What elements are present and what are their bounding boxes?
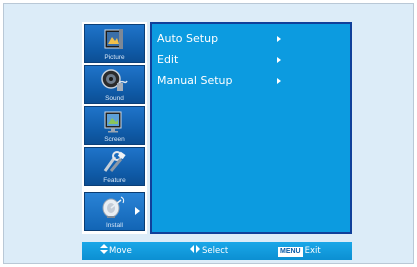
left-right-arrow-icon xyxy=(190,245,200,253)
submenu-panel: Auto Setup Edit Manual Setup xyxy=(150,22,352,234)
screen-background: Picture Sound Screen Feature Install Aut… xyxy=(3,3,414,264)
screen-icon xyxy=(104,111,122,133)
help-bar: Move Select MENU Exit xyxy=(82,242,352,260)
help-select: Select xyxy=(190,242,228,260)
feature-icon xyxy=(103,151,126,172)
chevron-right-icon xyxy=(135,207,140,215)
up-down-arrow-icon xyxy=(100,244,108,254)
menu-key-icon: MENU xyxy=(278,247,303,257)
help-exit-label: Exit xyxy=(304,246,321,256)
help-exit: MENU Exit xyxy=(278,242,321,260)
sidebar-item-picture[interactable]: Picture xyxy=(84,24,145,63)
sidebar-item-screen[interactable]: Screen xyxy=(84,106,145,145)
menu-item-label: Auto Setup xyxy=(157,32,219,45)
sidebar-item-install[interactable]: Install xyxy=(84,192,145,231)
sidebar-item-label: Install xyxy=(106,222,123,229)
sidebar-item-sound[interactable]: Sound xyxy=(84,65,145,104)
menu-item-edit[interactable]: Edit xyxy=(157,52,347,68)
menu-item-manual-setup[interactable]: Manual Setup xyxy=(157,73,347,89)
help-select-label: Select xyxy=(202,246,229,256)
chevron-right-icon xyxy=(277,57,281,63)
menu-item-label: Manual Setup xyxy=(157,74,233,87)
help-move-label: Move xyxy=(109,246,132,256)
sidebar-item-label: Screen xyxy=(104,136,125,143)
sidebar-item-feature[interactable]: Feature xyxy=(84,147,145,186)
help-move: Move xyxy=(100,242,132,260)
category-sidebar: Picture Sound Screen Feature Install xyxy=(82,22,147,234)
chevron-right-icon xyxy=(277,78,281,84)
sidebar-item-label: Feature xyxy=(103,177,126,184)
menu-item-auto-setup[interactable]: Auto Setup xyxy=(157,31,347,47)
menu-item-label: Edit xyxy=(157,53,179,66)
picture-icon xyxy=(104,29,123,49)
sidebar-item-label: Picture xyxy=(104,54,125,61)
install-icon xyxy=(102,196,125,218)
sound-icon xyxy=(101,69,128,91)
chevron-right-icon xyxy=(277,36,281,42)
osd-menu: Picture Sound Screen Feature Install Aut… xyxy=(82,22,352,267)
sidebar-item-label: Sound xyxy=(105,95,124,102)
